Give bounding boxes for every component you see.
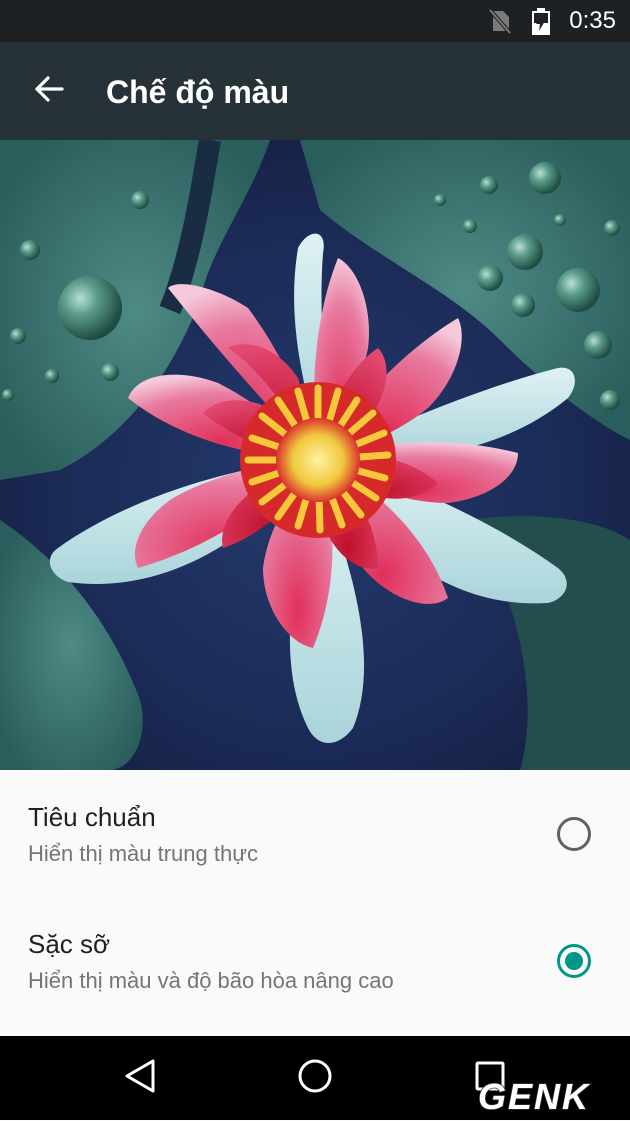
no-sim-icon [488, 8, 512, 39]
option-title: Tiêu chuẩn [28, 802, 156, 832]
option-title: Sặc sỡ [28, 929, 111, 959]
home-circle-icon [297, 1058, 333, 1099]
radio-vivid[interactable] [556, 943, 592, 979]
lotus-flower-image [0, 140, 630, 770]
radio-standard[interactable] [556, 816, 592, 852]
option-vivid[interactable]: Sặc sỡ Hiển thị màu và độ bão hòa nâng c… [0, 897, 630, 1024]
battery-charging-icon [531, 8, 551, 41]
status-time: 0:35 [569, 7, 616, 34]
option-standard[interactable]: Tiêu chuẩn Hiển thị màu trung thực [0, 770, 630, 897]
genk-watermark: GENK [446, 1075, 622, 1118]
lotus-flower-illustration [0, 140, 630, 770]
nav-home-button[interactable] [291, 1054, 339, 1102]
nav-back-button[interactable] [116, 1054, 164, 1102]
color-mode-options: Tiêu chuẩn Hiển thị màu trung thực Sặc s… [0, 770, 630, 1036]
page-title: Chế độ màu [106, 74, 290, 110]
arrow-back-icon [33, 73, 65, 110]
watermark-text: GENK [478, 1076, 591, 1116]
option-subtitle: Hiển thị màu và độ bão hòa nâng cao [28, 968, 394, 993]
back-button[interactable] [24, 66, 74, 116]
back-triangle-icon [123, 1058, 157, 1099]
option-subtitle: Hiển thị màu trung thực [28, 841, 258, 866]
app-bar: Chế độ màu [0, 42, 630, 140]
status-bar: 0:35 [0, 0, 630, 42]
